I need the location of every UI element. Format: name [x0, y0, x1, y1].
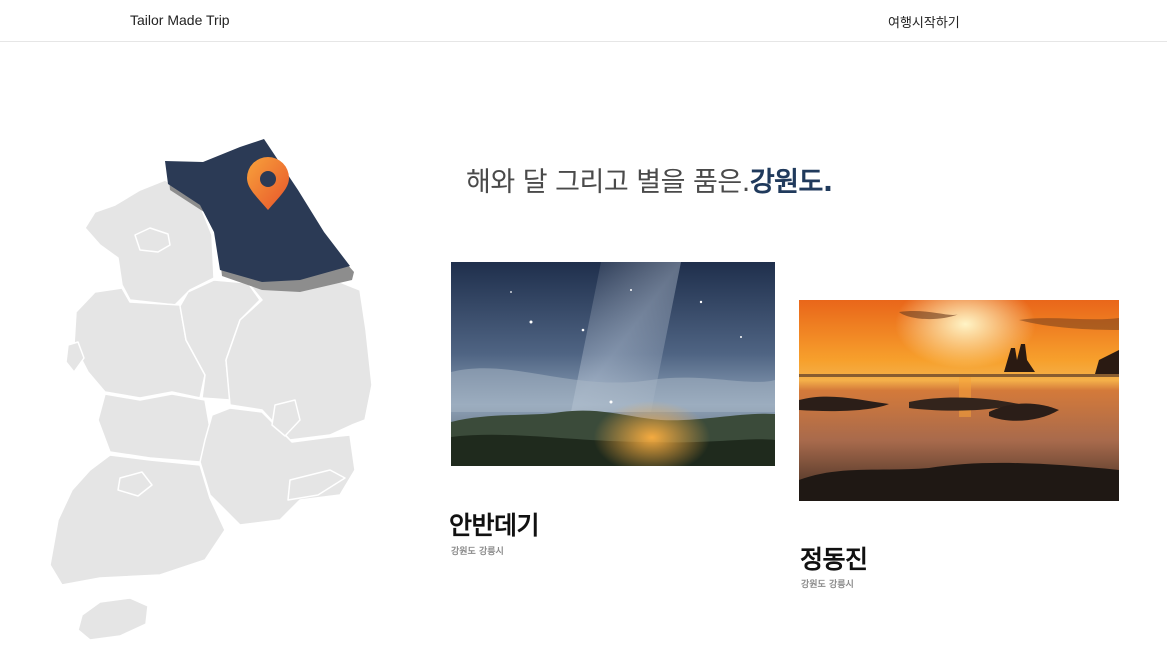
- place-location-anbandegi: 강원도 강릉시: [451, 547, 504, 557]
- place-card-photo-anbandegi[interactable]: [451, 262, 775, 466]
- place-card-photo-jeongdongjin[interactable]: [799, 300, 1119, 501]
- top-navigation-bar: Tailor Made Trip 여행시작하기: [0, 0, 1167, 42]
- headline-accent: 강원도.: [749, 167, 833, 198]
- brand-logo-link[interactable]: Tailor Made Trip: [130, 12, 230, 28]
- map-region-jeju: [77, 597, 149, 641]
- place-name-anbandegi[interactable]: 안반데기: [449, 506, 540, 542]
- korea-map: [40, 130, 385, 650]
- start-trip-link[interactable]: 여행시작하기: [888, 12, 960, 31]
- place-location-jeongdongjin: 강원도 강릉시: [801, 580, 854, 590]
- place-name-jeongdongjin[interactable]: 정동진: [800, 540, 868, 576]
- headline-text: 해와 달 그리고 별을 품은.: [466, 167, 750, 198]
- map-region-jeonbuk: [97, 393, 213, 463]
- page-headline: 해와 달 그리고 별을 품은.강원도.: [466, 160, 833, 199]
